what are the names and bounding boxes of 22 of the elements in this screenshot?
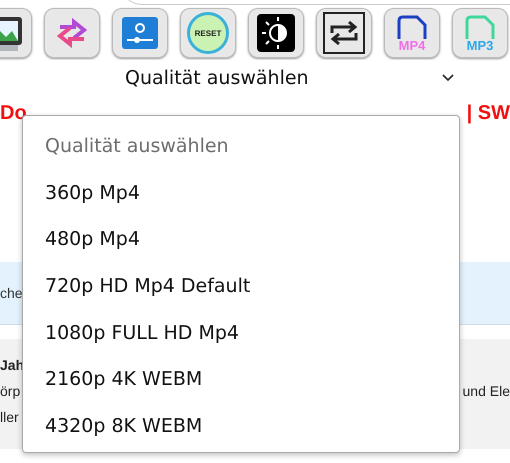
heading-text: | SW <box>466 102 510 126</box>
repeat-icon <box>322 11 366 55</box>
video-player-icon <box>121 16 159 50</box>
footer-text: örp <box>0 383 20 401</box>
dropdown-option[interactable]: 360p Mp4 <box>23 170 459 216</box>
swap-tool-button[interactable] <box>44 8 100 58</box>
dropdown-option[interactable]: 1080p FULL HD Mp4 <box>23 310 459 356</box>
notice-text: che <box>0 285 23 301</box>
heading-text: Do <box>0 102 27 126</box>
brightness-icon <box>256 13 296 53</box>
reset-tool-button[interactable]: RESET <box>180 8 236 58</box>
chevron-down-icon <box>442 74 454 82</box>
dropdown-option[interactable]: 2160p 4K WEBM <box>23 356 459 404</box>
dropdown-option[interactable]: 4320p 8K WEBM <box>23 403 459 450</box>
brightness-tool-button[interactable] <box>248 8 304 58</box>
dropdown-option[interactable]: 720p HD Mp4 Default <box>23 263 459 310</box>
footer-text: ller <box>0 409 19 427</box>
dropdown-option[interactable]: 480p Mp4 <box>23 216 459 264</box>
video-tool-button[interactable] <box>112 8 168 58</box>
reset-icon: RESET <box>187 12 229 54</box>
repeat-tool-button[interactable] <box>316 8 372 58</box>
footer-text: und Ele <box>462 383 510 401</box>
